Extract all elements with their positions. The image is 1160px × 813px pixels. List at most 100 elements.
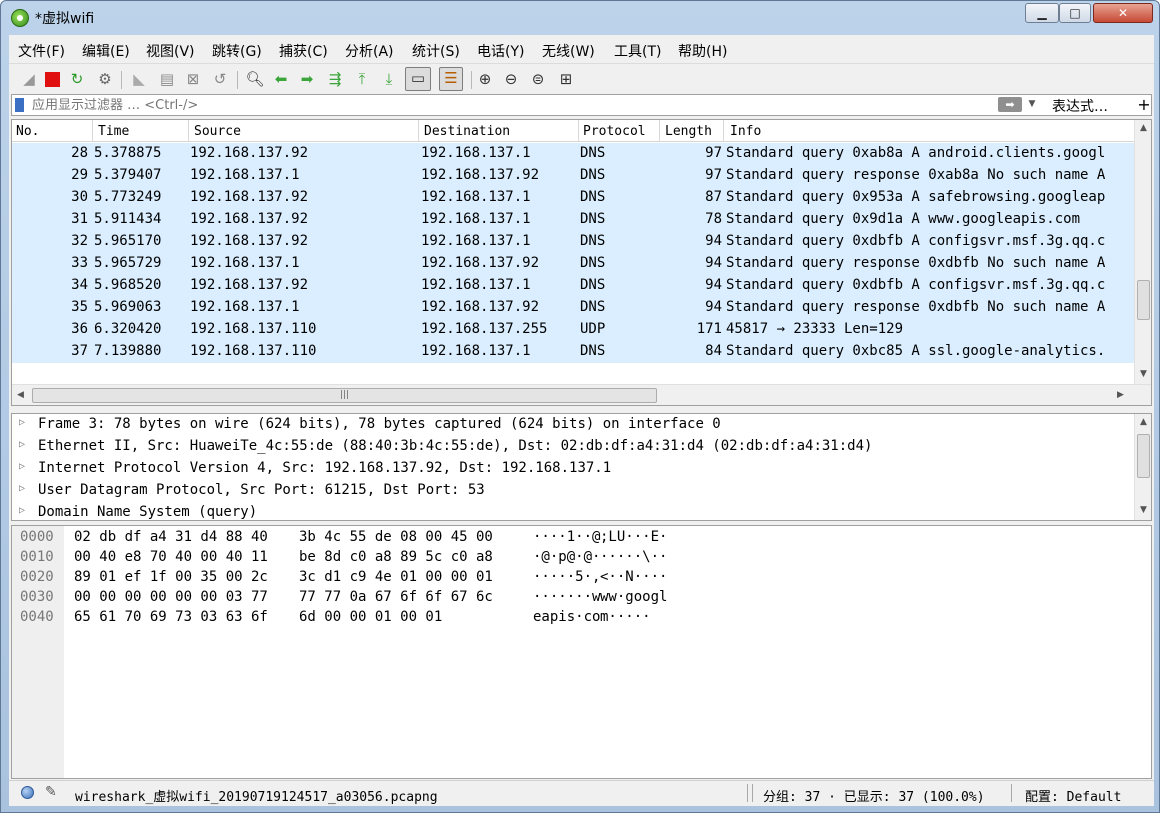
packet-list-vertical-scrollbar[interactable]: ▲ ▼: [1134, 120, 1151, 384]
column-divider[interactable]: [92, 120, 93, 142]
hex-offset: 0040: [20, 609, 54, 625]
hex-ascii: ····1··@: [533, 529, 601, 545]
table-row[interactable]: 32 5.965170 192.168.137.92 192.168.137.1 DNS…: [12, 231, 1134, 253]
reload-file-icon[interactable]: ↺: [210, 69, 230, 89]
expression-button[interactable]: 表达式…: [1052, 96, 1108, 116]
menu-help[interactable]: 帮助(H): [678, 41, 727, 61]
column-header-info[interactable]: Info: [730, 124, 761, 144]
cell-info: 45817 → 23333 Len=129: [726, 321, 904, 337]
menu-analyze[interactable]: 分析(A): [345, 41, 394, 61]
menu-statistics[interactable]: 统计(S): [412, 41, 460, 61]
menu-capture[interactable]: 捕获(C): [279, 41, 328, 61]
go-to-packet-icon[interactable]: ⇶: [325, 69, 345, 89]
menu-go[interactable]: 跳转(G): [212, 41, 262, 61]
apply-filter-arrow-icon[interactable]: ➡: [998, 97, 1022, 112]
table-row[interactable]: 37 7.139880 192.168.137.110 192.168.137.1 DN…: [12, 341, 1134, 363]
scroll-left-icon[interactable]: ◀: [12, 387, 29, 404]
add-filter-button[interactable]: +: [1136, 95, 1152, 114]
shark-fin-start-icon[interactable]: ◢: [19, 69, 39, 89]
table-row[interactable]: 36 6.320420 192.168.137.110 192.168.137.255…: [12, 319, 1134, 341]
status-profile[interactable]: 配置: Default: [1025, 786, 1121, 805]
menu-telephony[interactable]: 电话(Y): [477, 41, 524, 61]
details-vertical-scrollbar[interactable]: ▲ ▼: [1134, 414, 1151, 520]
close-button[interactable]: ✕: [1093, 3, 1153, 23]
zoom-normal-icon[interactable]: ⊜: [528, 69, 548, 89]
close-file-icon[interactable]: ⊠: [183, 69, 203, 89]
edit-comment-icon[interactable]: ✎: [45, 784, 57, 800]
table-row[interactable]: 30 5.773249 192.168.137.92 192.168.137.1 DNS…: [12, 187, 1134, 209]
menu-file[interactable]: 文件(F): [18, 41, 65, 61]
stop-capture-icon[interactable]: [42, 69, 62, 89]
maximize-button[interactable]: □: [1059, 3, 1091, 23]
expand-triangle-icon[interactable]: ▷: [19, 505, 25, 516]
tree-item-frame[interactable]: ▷ Frame 3: 78 bytes on wire (624 bits), 7…: [12, 414, 1132, 436]
packet-list-horizontal-scrollbar[interactable]: ◀ ||| ▶: [12, 384, 1151, 405]
bookmark-icon[interactable]: [15, 98, 24, 112]
save-file-icon[interactable]: ▤: [157, 69, 177, 89]
table-row[interactable]: 33 5.965729 192.168.137.1 192.168.137.92 DNS…: [12, 253, 1134, 275]
column-divider[interactable]: [188, 120, 189, 142]
go-forward-icon[interactable]: ➡: [297, 69, 317, 89]
column-header-length[interactable]: Length: [665, 124, 712, 144]
scroll-down-icon[interactable]: ▼: [1135, 366, 1151, 383]
expand-triangle-icon[interactable]: ▷: [19, 417, 25, 428]
expand-triangle-icon[interactable]: ▷: [19, 461, 25, 472]
scroll-up-icon[interactable]: ▲: [1135, 414, 1151, 431]
tree-item-ipv4[interactable]: ▷ Internet Protocol Version 4, Src: 192.1…: [12, 458, 1132, 480]
column-header-time[interactable]: Time: [98, 124, 129, 144]
cell-no: 32: [71, 233, 88, 249]
zoom-out-icon[interactable]: ⊖: [501, 69, 521, 89]
capture-options-icon[interactable]: ⚙: [95, 69, 115, 89]
menu-wireless[interactable]: 无线(W): [542, 41, 595, 61]
column-divider[interactable]: [659, 120, 660, 142]
scrollbar-thumb[interactable]: [1137, 280, 1150, 320]
zoom-in-icon[interactable]: ⊕: [475, 69, 495, 89]
table-row[interactable]: 34 5.968520 192.168.137.92 192.168.137.1 DNS…: [12, 275, 1134, 297]
chevron-down-icon[interactable]: ▼: [1026, 97, 1038, 112]
last-packet-icon[interactable]: ⤓: [379, 69, 399, 89]
cell-source: 192.168.137.92: [190, 189, 309, 205]
find-packet-icon[interactable]: 🔍︎: [245, 69, 265, 89]
first-packet-icon[interactable]: ⤒: [352, 69, 372, 89]
hex-bytes: 6d 00 00 01 00 01: [299, 609, 443, 625]
menu-edit[interactable]: 编辑(E): [82, 41, 130, 61]
scrollbar-thumb[interactable]: |||: [32, 388, 657, 403]
tree-item-dns[interactable]: ▷ Domain Name System (query): [12, 502, 1132, 520]
column-header-destination[interactable]: Destination: [424, 124, 510, 144]
display-filter-input[interactable]: [32, 96, 992, 114]
status-packet-count: 分组: 37 · 已显示: 37 (100.0%): [763, 790, 985, 805]
column-divider[interactable]: [578, 120, 579, 142]
column-divider[interactable]: [418, 120, 419, 142]
go-back-icon[interactable]: ⬅: [271, 69, 291, 89]
table-row[interactable]: 29 5.379407 192.168.137.1 192.168.137.92 DNS…: [12, 165, 1134, 187]
cell-time: 5.773249: [94, 189, 162, 205]
column-header-source[interactable]: Source: [194, 124, 241, 144]
expand-triangle-icon[interactable]: ▷: [19, 439, 25, 450]
table-row[interactable]: 35 5.969063 192.168.137.1 192.168.137.92 DNS…: [12, 297, 1134, 319]
tree-item-udp[interactable]: ▷ User Datagram Protocol, Src Port: 61215…: [12, 480, 1132, 502]
scrollbar-thumb[interactable]: [1137, 434, 1150, 478]
scroll-down-icon[interactable]: ▼: [1135, 502, 1151, 519]
colorize-icon[interactable]: ☰: [439, 67, 463, 91]
cell-info: Standard query 0xbc85 A ssl.google-analy…: [726, 343, 1106, 359]
hex-bytes: 00 00 00 00 00 00 03 77: [74, 589, 268, 605]
restart-capture-icon[interactable]: ↻: [67, 69, 87, 89]
table-row[interactable]: 31 5.911434 192.168.137.92 192.168.137.1 DNS…: [12, 209, 1134, 231]
auto-scroll-icon[interactable]: ▭: [405, 67, 431, 91]
resize-columns-icon[interactable]: ⊞: [556, 69, 576, 89]
column-divider[interactable]: [723, 120, 724, 142]
menu-view[interactable]: 视图(V): [146, 41, 195, 61]
tree-item-ethernet[interactable]: ▷ Ethernet II, Src: HuaweiTe_4c:55:de (88…: [12, 436, 1132, 458]
table-row[interactable]: 28 5.378875 192.168.137.92 192.168.137.1 DNS…: [12, 143, 1134, 165]
open-file-icon[interactable]: ◣: [129, 69, 149, 89]
scroll-up-icon[interactable]: ▲: [1135, 120, 1151, 137]
scroll-right-icon[interactable]: ▶: [1112, 387, 1129, 404]
column-header-no[interactable]: No.: [16, 124, 39, 144]
minimize-button[interactable]: ▁: [1025, 3, 1059, 23]
title-bar[interactable]: *虚拟wifi ▁ □ ✕: [1, 1, 1159, 35]
toolbar-separator: [121, 71, 122, 89]
menu-tools[interactable]: 工具(T): [614, 41, 661, 61]
expert-info-icon[interactable]: [21, 786, 34, 799]
expand-triangle-icon[interactable]: ▷: [19, 483, 25, 494]
column-header-protocol[interactable]: Protocol: [583, 124, 646, 144]
